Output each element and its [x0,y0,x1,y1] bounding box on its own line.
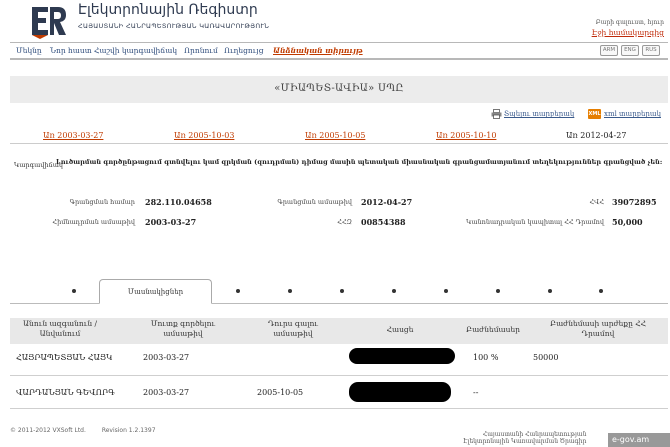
reg-date-label: Գրանցման ամսաթիվ [277,198,352,206]
xml-icon[interactable]: XML [588,109,601,119]
tab-dot[interactable] [392,289,396,293]
hvhh-label: ՀՎՀ [589,198,604,206]
found-date-value: 2003-03-27 [145,217,197,227]
participant-exit-date: 2005-10-05 [257,388,304,397]
capital-value: 50,000 [612,217,643,227]
login-link[interactable]: Էջի համակարգից [592,28,664,37]
lang-arm-button[interactable]: ARM [600,45,618,56]
reg-number-value: 282.110.04658 [145,197,212,207]
col-header-exit: Դուրս գալու ամսաթիվ [268,319,318,338]
col-header-share: Բաժնեմասեր [465,325,521,334]
participants-table-header: Անուն ազգանուն / Անվանում Մուտք գործելու… [10,318,668,344]
version-current: Առ 2012-04-27 [566,131,627,140]
version-link-2005-10-03[interactable]: Առ 2005-10-03 [174,131,234,140]
tab-dot[interactable] [236,289,240,293]
footer-line-1: Հայաստանի Հանրապետության [482,431,587,438]
table-row: ՎԱՐԴԱՆՅԱՆ ԳԵՎՈՐԳ 2003-03-27 2005-10-05 -… [10,376,668,409]
redacted-address [349,348,455,364]
tab-dot[interactable] [340,289,344,293]
participant-name: ՀԱՅՐԱՊԵՏՅԱՆ ՀԱՅԿ [16,353,113,362]
company-name: «ՄԻԱՊԵՏ-ԱՎԻԱ» ՍՊԸ [274,83,404,94]
tab-dot[interactable] [288,289,292,293]
participant-share: 100 % [473,353,499,362]
footer-copyright: © 2011-2012 VXSoft Ltd. Revision 1.2.139… [10,427,156,434]
print-version-link[interactable]: Տպելու տարբերակ [504,110,574,118]
participant-entry-date: 2003-03-27 [143,388,190,397]
copyright-text: © 2011-2012 VXSoft Ltd. [10,427,86,434]
brand-title: Էլեկտրոնային Ռեգիստր [78,2,258,18]
footer-government: Հայաստանի Հանրապետության Էլեկտրոնային Կա… [463,431,586,445]
lang-rus-button[interactable]: RUS [642,45,660,56]
xml-version-link[interactable]: xml տարբերակ [604,110,661,118]
nav-item-new[interactable]: Նոր հաստ [50,46,92,55]
main-nav: Մեկնը Նոր հաստ Հաշվի կարգավիճակ Որոնում … [10,42,668,60]
brand-subtitle: ՀԱՅԱՍՏԱՆԻ ՀԱՆՐԱՊԵՏՈՒԹՅԱՆ ԿԱՌԱՎԱՐՈՒԹՅՈՒՆ [78,22,270,30]
nav-item-home[interactable]: Մեկնը [16,46,42,55]
version-link-2005-10-10[interactable]: Առ 2005-10-10 [436,131,496,140]
col-header-share-value: Բաժնեմասի արժեքը ՀՀ Դրամով [549,319,647,338]
footer-line-2: Էլեկտրոնային Կառավարման Ծրագիր [463,438,587,445]
printer-icon[interactable] [491,109,502,119]
code-value: 00854388 [361,217,406,227]
table-row: ՀԱՅՐԱՊԵՏՅԱՆ ՀԱՅԿ 2003-03-27 100 % 50000 [10,343,668,376]
nav-item-personal[interactable]: Անձնական տիրույթ [273,46,363,55]
tab-dot[interactable] [548,289,552,293]
version-dates-row: Առ 2003-03-27 Առ 2005-10-03 Առ 2005-10-0… [10,128,668,144]
version-link-2003-03-27[interactable]: Առ 2003-03-27 [43,131,103,140]
found-date-label: Հիմնադրման ամսաթիվ [52,218,135,226]
tab-dot[interactable] [496,289,500,293]
participant-entry-date: 2003-03-27 [143,353,190,362]
capital-label: Կանոնադրական կապիտալ ՀՀ Դրամով [466,218,604,226]
lang-eng-button[interactable]: ENG [621,45,639,56]
nav-item-status[interactable]: Հաշվի կարգավիճակ [94,46,177,55]
version-link-2005-10-05[interactable]: Առ 2005-10-05 [305,131,365,140]
participant-name: ՎԱՐԴԱՆՅԱՆ ԳԵՎՈՐԳ [16,388,115,397]
col-header-entry: Մուտք գործելու ամսաթիվ [150,319,216,338]
revision-text: Revision 1.2.1397 [101,427,156,434]
participant-share-value: 50000 [533,353,559,362]
tab-dot[interactable] [599,289,603,293]
egov-logo[interactable]: e-gov.am [608,433,670,447]
reg-date-value: 2012-04-27 [361,197,413,207]
tab-participants[interactable]: Մասնակիցներ [99,279,212,304]
participant-share: -- [473,388,479,397]
site-header: Էլեկտրոնային Ռեգիստր ՀԱՅԱՍՏԱՆԻ ՀԱՆՐԱՊԵՏՈ… [0,0,670,42]
welcome-text: Բարի գալուստ, հյուր [595,19,664,26]
registry-logo-icon [32,7,66,39]
nav-item-guide[interactable]: Ուղեցույց [224,46,264,55]
tab-dot[interactable] [72,289,76,293]
code-label: ՀՀԶ [337,218,352,226]
col-header-name: Անուն ազգանուն / Անվանում [22,319,98,338]
status-text: Լուծարման գործընթացում գտնվելու կամ զրկմ… [56,158,663,166]
redacted-address [349,382,451,402]
reg-number-label: Գրանցման համար [69,198,135,206]
nav-item-search[interactable]: Որոնում [184,46,218,55]
hvhh-value: 39072895 [612,197,657,207]
tab-dot[interactable] [444,289,448,293]
col-header-address: Հասցե [386,325,414,334]
company-title-band: «ՄԻԱՊԵՏ-ԱՎԻԱ» ՍՊԸ [10,76,668,103]
